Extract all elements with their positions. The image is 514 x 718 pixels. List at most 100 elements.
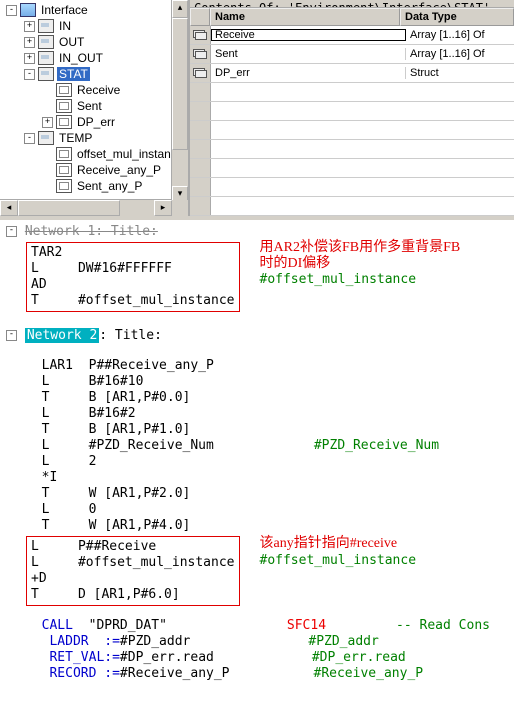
table-row-empty	[190, 197, 514, 216]
tree-node-dp_err[interactable]: + DP_err	[2, 114, 188, 130]
net2-expander[interactable]: -	[6, 330, 17, 341]
net2-laddr: LADDR :=#PZD_addr#PZD_addr	[26, 634, 512, 650]
tree-label[interactable]: OUT	[57, 35, 86, 49]
grid-header-name[interactable]: Name	[210, 8, 400, 26]
net1-title: Network 1: Title:	[25, 224, 158, 239]
net2-code-box: L P##Receive L #offset_mul_instance +D T…	[26, 536, 240, 606]
var-icon	[56, 115, 72, 129]
net2-record: RECORD :=#Receive_any_P#Receive_any_P	[26, 666, 512, 682]
net2-call: CALL "DPRD_DAT"SFC14-- Read Cons	[26, 618, 512, 634]
code-editor[interactable]: - Network 1: Title: TAR2 L DW#16#FFFFFF …	[0, 220, 514, 684]
tree-node-in[interactable]: + IN	[2, 18, 188, 34]
net1-code: TAR2 L DW#16#FFFFFF AD T #offset_mul_ins…	[31, 245, 235, 309]
net1-annotation-line2: 时的DI偏移	[260, 256, 331, 272]
io-icon	[38, 67, 54, 81]
tree-pane: - Interface + IN + OUT + IN_OUT - STAT Receive Sent…	[0, 0, 190, 216]
grid-header: Name Data Type	[190, 8, 514, 26]
grid-header-type[interactable]: Data Type	[400, 8, 514, 26]
cell-type[interactable]: Struct	[406, 67, 514, 79]
interface-tree[interactable]: - Interface + IN + OUT + IN_OUT - STAT Receive Sent…	[2, 2, 188, 194]
table-row-empty	[190, 159, 514, 178]
scroll-thumb-vertical[interactable]	[172, 18, 188, 150]
net2-code-mid: L 2 *I T W [AR1,P#2.0] L 0 T W [AR1,P#4.…	[26, 454, 512, 534]
tree-label[interactable]: Sent_any_P	[75, 179, 144, 193]
tree-label[interactable]: DP_err	[75, 115, 117, 129]
table-row-empty	[190, 102, 514, 121]
tree-node-interface[interactable]: - Interface	[2, 2, 188, 18]
var-icon	[56, 147, 72, 161]
tree-node-sent_any_p[interactable]: Sent_any_P	[2, 178, 188, 194]
table-row[interactable]: SentArray [1..16] Of	[190, 45, 514, 64]
tree-expander[interactable]: +	[24, 37, 35, 48]
var-icon	[56, 99, 72, 113]
table-row-empty	[190, 140, 514, 159]
io-icon	[38, 19, 54, 33]
tree-label[interactable]: IN_OUT	[57, 51, 105, 65]
net2-annotation: 该any指针指向#receive	[260, 536, 417, 552]
tree-node-receive_any_p[interactable]: Receive_any_P	[2, 162, 188, 178]
tree-label[interactable]: IN	[57, 19, 73, 33]
net2-box-symbol: #offset_mul_instance	[260, 552, 417, 569]
var-icon	[56, 179, 72, 193]
net2-code-top: LAR1 P##Receive_any_P L B#16#10 T B [AR1…	[26, 358, 512, 438]
scroll-thumb-horizontal[interactable]	[18, 200, 120, 216]
struct-icon	[193, 68, 207, 78]
tree-label[interactable]: STAT	[57, 67, 90, 81]
var-icon	[56, 163, 72, 177]
tree-scrollbar-vertical[interactable]: ▴ ▾	[171, 0, 188, 200]
contents-path: Contents Of: 'Environment\Interface\STAT…	[190, 0, 514, 8]
cell-name[interactable]: Sent	[211, 48, 406, 60]
tree-expander[interactable]: -	[6, 5, 17, 16]
cell-name[interactable]: DP_err	[211, 67, 406, 79]
table-row-empty	[190, 121, 514, 140]
table-row[interactable]: DP_errStruct	[190, 64, 514, 83]
struct-icon	[193, 49, 207, 59]
net1-code-box: TAR2 L DW#16#FFFFFF AD T #offset_mul_ins…	[26, 242, 240, 312]
iface-icon	[20, 3, 36, 17]
network-1: - Network 1: Title: TAR2 L DW#16#FFFFFF …	[6, 224, 512, 314]
tree-node-out[interactable]: + OUT	[2, 34, 188, 50]
tree-label[interactable]: Receive	[75, 83, 122, 97]
network-2: - Network 2: Title: LAR1 P##Receive_any_…	[6, 328, 512, 682]
net1-symbol: #offset_mul_instance	[260, 272, 417, 287]
net1-expander[interactable]: -	[6, 226, 17, 237]
table-row[interactable]: ReceiveArray [1..16] Of	[190, 26, 514, 45]
tree-expander[interactable]: +	[42, 117, 53, 128]
scroll-up-button[interactable]: ▴	[172, 0, 188, 18]
tree-label[interactable]: Receive_any_P	[75, 163, 163, 177]
net2-line-pzd: L #PZD_Receive_Num#PZD_Receive_Num	[26, 438, 512, 454]
net2-title-suffix: : Title:	[99, 328, 162, 343]
tree-node-receive[interactable]: Receive	[2, 82, 188, 98]
grid-header-icon	[190, 8, 210, 26]
tree-node-stat[interactable]: - STAT	[2, 66, 188, 82]
table-row-empty	[190, 83, 514, 102]
scroll-left-button[interactable]: ◂	[0, 200, 18, 216]
io-icon	[38, 51, 54, 65]
tree-expander[interactable]: -	[24, 69, 35, 80]
io-icon	[38, 35, 54, 49]
cell-name[interactable]: Receive	[211, 29, 406, 41]
tree-label[interactable]: TEMP	[57, 131, 94, 145]
tree-node-offset_mul_instance[interactable]: offset_mul_instance	[2, 146, 188, 162]
tree-node-temp[interactable]: - TEMP	[2, 130, 188, 146]
tree-label[interactable]: offset_mul_instance	[75, 147, 186, 161]
io-icon	[38, 131, 54, 145]
table-row-empty	[190, 178, 514, 197]
tree-expander[interactable]: -	[24, 133, 35, 144]
tree-label[interactable]: Interface	[39, 3, 90, 17]
tree-expander[interactable]: +	[24, 53, 35, 64]
tree-node-sent[interactable]: Sent	[2, 98, 188, 114]
tree-expander[interactable]: +	[24, 21, 35, 32]
cell-type[interactable]: Array [1..16] Of	[406, 29, 514, 41]
cell-type[interactable]: Array [1..16] Of	[406, 48, 514, 60]
net2-box-code: L P##Receive L #offset_mul_instance +D T…	[31, 539, 235, 603]
tree-node-in_out[interactable]: + IN_OUT	[2, 50, 188, 66]
net2-retval: RET_VAL:=#DP_err.read#DP_err.read	[26, 650, 512, 666]
struct-icon	[193, 30, 207, 40]
grid-body[interactable]: ReceiveArray [1..16] OfSentArray [1..16]…	[190, 26, 514, 216]
tree-label[interactable]: Sent	[75, 99, 104, 113]
tree-scrollbar-horizontal[interactable]: ◂ ▸	[0, 199, 172, 216]
scroll-right-button[interactable]: ▸	[154, 200, 172, 216]
var-icon	[56, 83, 72, 97]
net2-label: Network 2	[25, 328, 99, 343]
